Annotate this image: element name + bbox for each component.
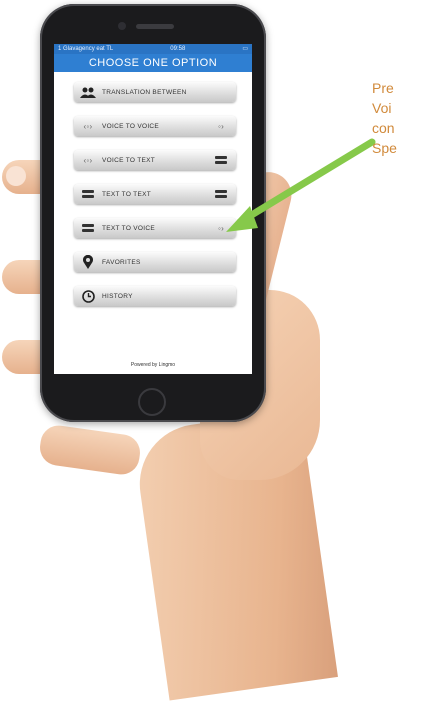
callout-line: Spe <box>372 140 397 156</box>
callout-line: con <box>372 120 395 136</box>
pointer-arrow-icon <box>226 138 376 232</box>
callout-text: Pre Voi con Spe <box>372 78 426 158</box>
callout-line: Voi <box>372 100 392 116</box>
callout-line: Pre <box>372 80 394 96</box>
